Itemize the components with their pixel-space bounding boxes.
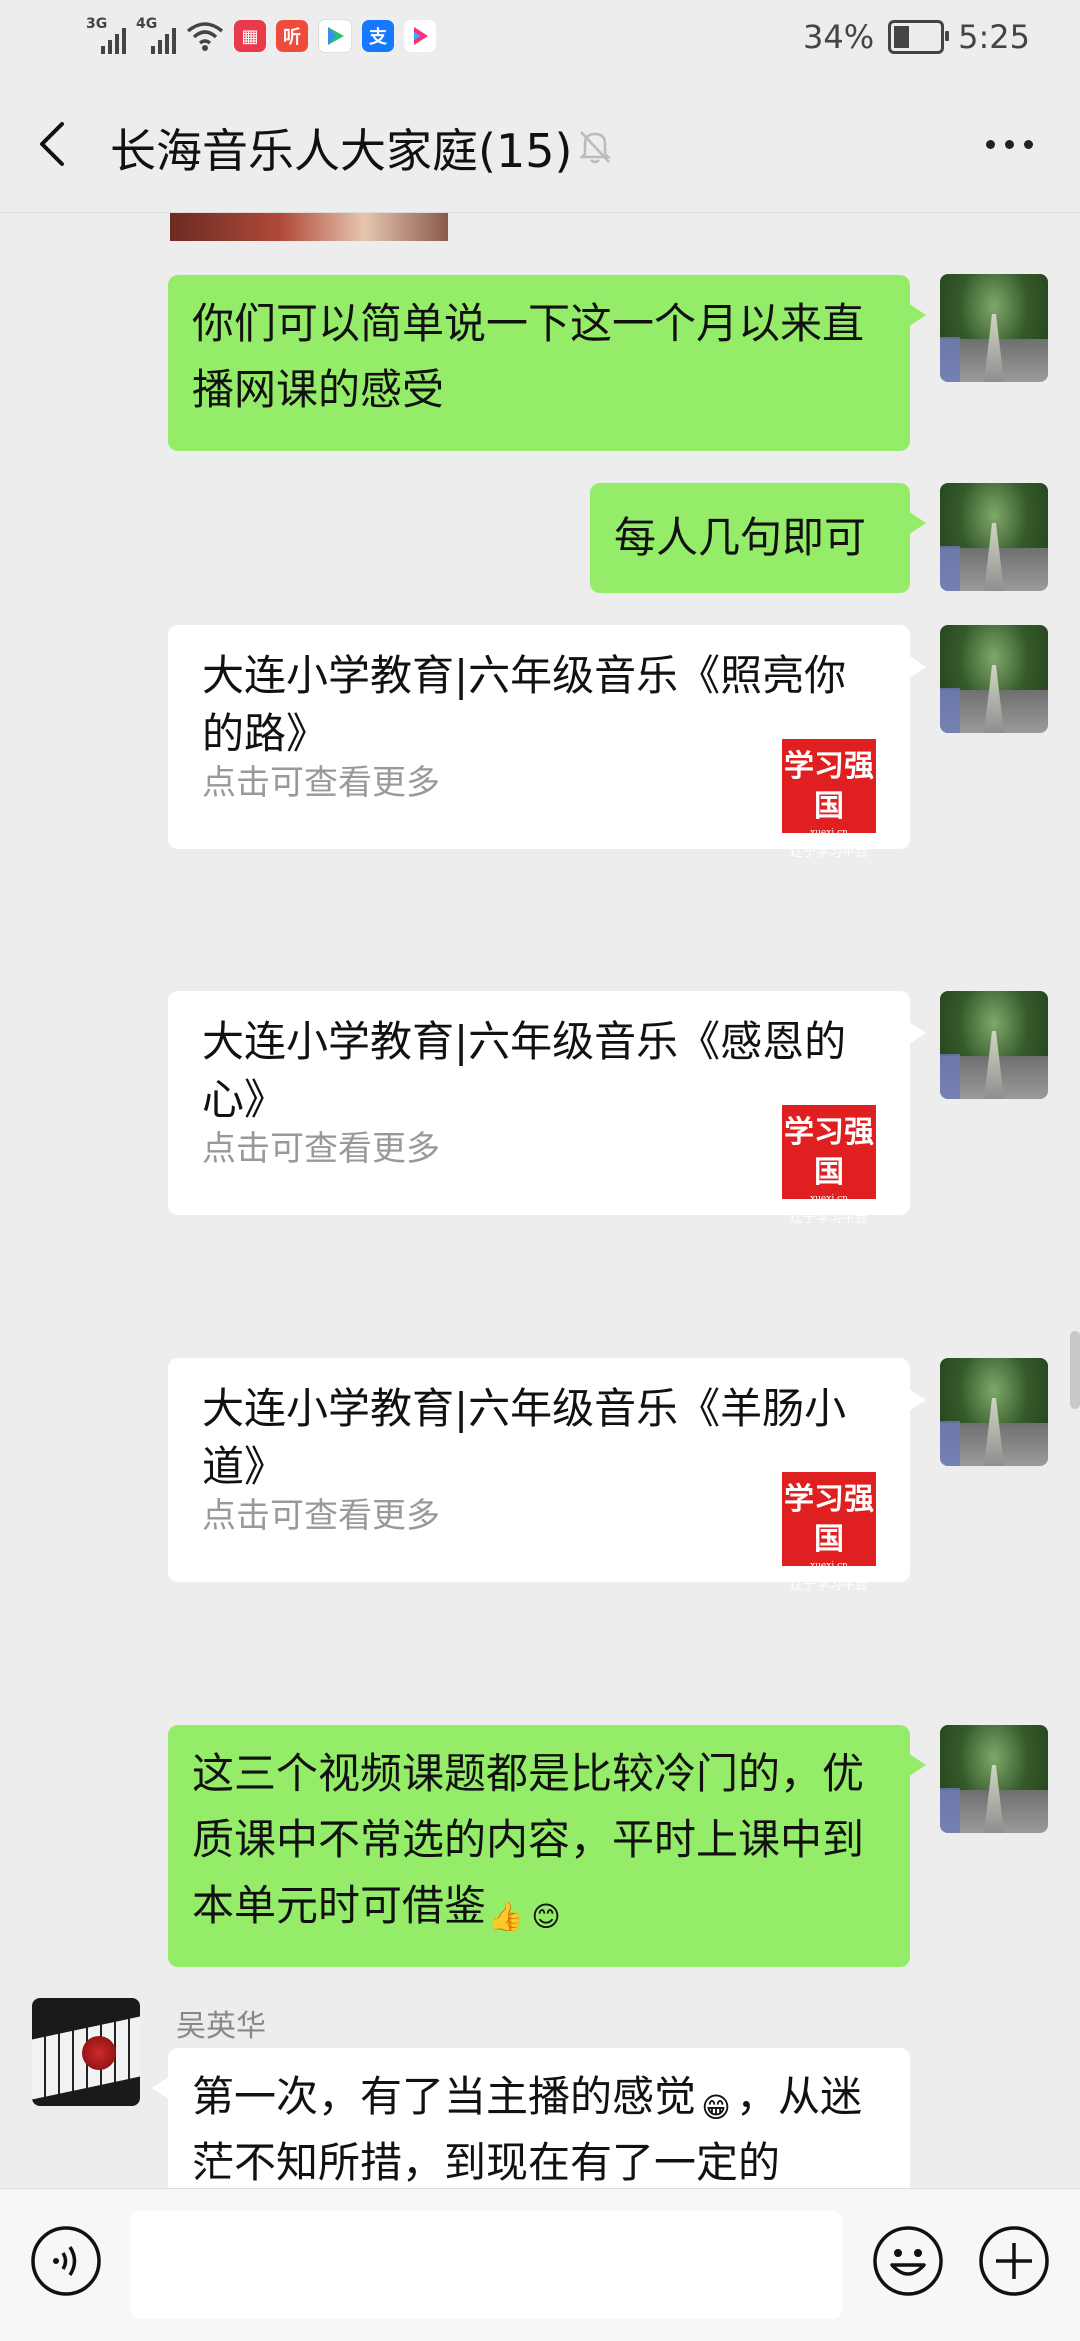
link-card-title: 大连小学教育|六年级音乐《感恩的心》 bbox=[202, 1017, 847, 1124]
message-text: 你们可以简单说一下这一个月以来直播网课的感受 bbox=[192, 299, 865, 414]
mute-bell-icon bbox=[578, 131, 612, 164]
message-text: 这三个视频课题都是比较冷门的，优质课中不常选的内容，平时上课中到本单元时可借鉴 bbox=[192, 1749, 865, 1930]
link-card[interactable]: 大连小学教育|六年级音乐《羊肠小道》 点击可查看更多 学习强国 xuexi.cn… bbox=[168, 1358, 926, 1593]
xuexi-logo: 学习强国 xuexi.cn 辽宁学习平台 bbox=[782, 739, 876, 860]
chat-title: 长海音乐人大家庭(15) bbox=[110, 124, 573, 178]
status-bar: 3G 4G ▦ 听 支 34% 5:25 bbox=[0, 0, 1080, 82]
link-card-title: 大连小学教育|六年级音乐《照亮你的路》 bbox=[202, 651, 847, 758]
message-bubble-incoming[interactable]: 第一次，有了当主播的感觉 😁 ，从迷茫不知所措，到现在有了一定的 bbox=[152, 2048, 910, 2188]
plus-icon[interactable] bbox=[978, 2225, 1050, 2297]
link-card-subtitle: 点击可查看更多 bbox=[202, 1496, 440, 1536]
chat-list[interactable]: 你们可以简单说一下这一个月以来直播网课的感受 每人几句即可 大连小学教育|六年级… bbox=[0, 213, 1080, 2188]
ting-app-icon: 听 bbox=[276, 20, 308, 52]
grin-emoji-icon: 😁 bbox=[701, 2091, 731, 2124]
video-app-icon bbox=[318, 19, 352, 53]
my-avatar[interactable] bbox=[940, 1725, 1048, 1833]
battery-icon bbox=[888, 20, 950, 54]
status-right: 34% 5:25 bbox=[803, 18, 1030, 56]
chat-header: 长海音乐人大家庭(15) bbox=[0, 82, 1080, 213]
message-input[interactable] bbox=[130, 2211, 842, 2319]
message-text-before: 第一次，有了当主播的感觉 bbox=[192, 2072, 697, 2121]
signal-icon-1: 3G bbox=[86, 16, 126, 54]
status-left: 3G 4G ▦ 听 支 bbox=[86, 16, 436, 54]
input-bar bbox=[0, 2188, 1080, 2341]
back-arrow-icon[interactable] bbox=[30, 114, 80, 174]
wifi-icon bbox=[186, 22, 224, 51]
alipay-app-icon: 支 bbox=[362, 20, 394, 52]
battery-fill bbox=[894, 26, 910, 48]
youku-app-icon bbox=[404, 20, 436, 52]
link-card-subtitle: 点击可查看更多 bbox=[202, 1129, 440, 1169]
link-card-title: 大连小学教育|六年级音乐《羊肠小道》 bbox=[202, 1384, 847, 1491]
link-card[interactable]: 大连小学教育|六年级音乐《照亮你的路》 点击可查看更多 学习强国 xuexi.c… bbox=[168, 625, 926, 860]
link-card[interactable]: 大连小学教育|六年级音乐《感恩的心》 点击可查看更多 学习强国 xuexi.cn… bbox=[168, 991, 926, 1226]
message-bubble-outgoing[interactable]: 你们可以简单说一下这一个月以来直播网课的感受 bbox=[168, 275, 926, 451]
thumbs-up-emoji-icon: 👍 bbox=[488, 1900, 524, 1933]
signal-icon-2: 4G bbox=[136, 16, 176, 54]
calendar-app-icon: ▦ bbox=[234, 20, 266, 52]
smile-emoji-icon: 😊 bbox=[531, 1900, 561, 1933]
my-avatar[interactable] bbox=[940, 625, 1048, 733]
my-avatar[interactable] bbox=[940, 991, 1048, 1099]
scrollbar[interactable] bbox=[1070, 1331, 1080, 1409]
clock: 5:25 bbox=[958, 18, 1030, 56]
battery-percent: 34% bbox=[803, 18, 875, 56]
more-options-button[interactable] bbox=[986, 132, 1046, 156]
my-avatar[interactable] bbox=[940, 1358, 1048, 1466]
message-bubble-outgoing[interactable]: 每人几句即可 bbox=[590, 483, 926, 593]
my-avatar[interactable] bbox=[940, 483, 1048, 591]
xuexi-logo: 学习强国 xuexi.cn 辽宁学习平台 bbox=[782, 1105, 876, 1226]
voice-icon[interactable] bbox=[30, 2225, 102, 2297]
previous-image-message[interactable] bbox=[170, 213, 448, 241]
my-avatar[interactable] bbox=[940, 274, 1048, 382]
emoji-icon[interactable] bbox=[872, 2225, 944, 2297]
message-text: 每人几句即可 bbox=[614, 513, 867, 562]
sender-avatar[interactable] bbox=[32, 1998, 140, 2106]
link-card-subtitle: 点击可查看更多 bbox=[202, 763, 440, 803]
xuexi-logo: 学习强国 xuexi.cn 辽宁学习平台 bbox=[782, 1472, 876, 1593]
sender-name: 吴英华 bbox=[176, 2009, 266, 2044]
message-bubble-outgoing[interactable]: 这三个视频课题都是比较冷门的，优质课中不常选的内容，平时上课中到本单元时可借鉴👍… bbox=[168, 1725, 926, 1967]
